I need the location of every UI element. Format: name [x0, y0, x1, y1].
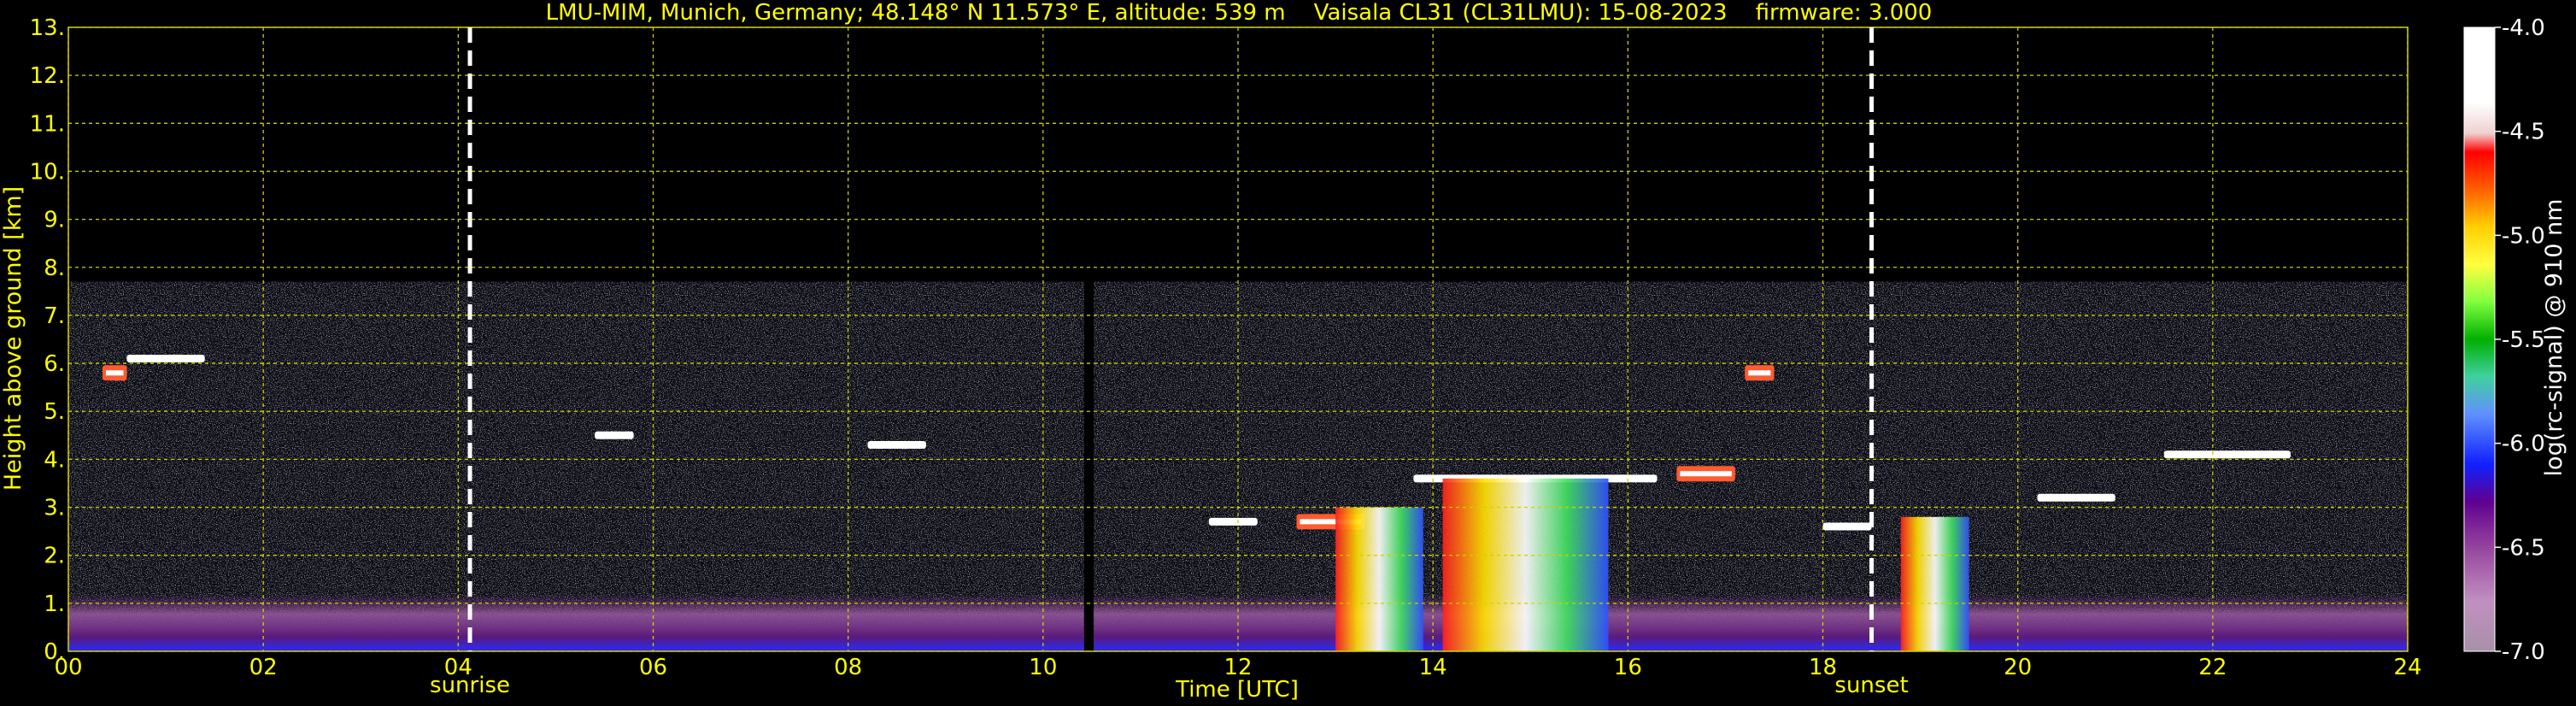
x-tick-label: 14 — [1419, 655, 1447, 680]
colorbar: -4.0 -4.5 -5.0 -5.5 -6.0 -6.5 -7.0 — [2463, 15, 2545, 665]
cloud-feature — [867, 441, 926, 450]
colorbar-tick-label: -4.0 — [2502, 15, 2545, 41]
precipitation-feature — [1900, 516, 1969, 651]
cloud-feature — [1822, 522, 1872, 531]
y-tick-label: 5. — [44, 399, 65, 425]
colorbar-label: log(rc-signal) @ 910 nm — [2541, 199, 2567, 477]
chart-title: LMU-MIM, Munich, Germany; 48.148° N 11.5… — [546, 0, 1933, 26]
colorbar-tick-label: -5.0 — [2502, 223, 2545, 249]
x-tick-label: 10 — [1029, 655, 1057, 680]
colorbar-tick-label: -6.5 — [2502, 535, 2545, 561]
y-tick-label: 10. — [30, 159, 65, 185]
x-tick-label: 18 — [1809, 655, 1837, 680]
y-tick-label: 6. — [44, 351, 65, 377]
boundary-layer — [1094, 593, 2408, 651]
plot-area — [68, 27, 2408, 651]
colorbar-tick-label: -6.0 — [2502, 432, 2545, 457]
y-tick-label: 9. — [44, 208, 65, 233]
x-tick-label: 08 — [834, 655, 862, 680]
colorbar-tick-label: -7.0 — [2502, 639, 2545, 665]
x-tick-label: 16 — [1614, 655, 1642, 680]
boundary-layer — [68, 593, 1084, 651]
x-tick-label: 06 — [639, 655, 667, 680]
colorbar-tick-label: -4.5 — [2502, 120, 2545, 145]
y-tick-label: 11. — [30, 111, 65, 137]
y-tick-label: 0. — [44, 639, 65, 665]
y-tick-label: 4. — [44, 447, 65, 473]
cloud-feature — [2037, 493, 2115, 502]
x-tick-label: 24 — [2393, 655, 2421, 680]
x-tick-label: 02 — [249, 655, 278, 680]
y-tick-label: 1. — [44, 591, 65, 617]
precipitation-feature — [1442, 478, 1609, 651]
cloud-feature — [1208, 517, 1258, 526]
x-tick-label: 20 — [2004, 655, 2032, 680]
ceilometer-chart: 00 02 04 06 08 10 12 14 16 18 20 22 240.1.2.3.4.5.6.… — [0, 0, 2567, 703]
cloud-core — [105, 370, 124, 376]
colorbar-tick-label: -5.5 — [2502, 327, 2545, 353]
cloud-feature — [595, 431, 634, 439]
x-tick-label: 22 — [2198, 655, 2227, 680]
y-tick-label: 2. — [44, 544, 65, 569]
cloud-core — [1748, 370, 1771, 376]
y-tick-label: 8. — [44, 256, 65, 281]
y-tick-label: 3. — [44, 496, 65, 521]
cloud-feature — [126, 354, 205, 362]
sunrise-label: sunrise — [430, 673, 510, 698]
precipitation-feature — [1335, 507, 1423, 651]
y-axis-label: Height above ground [km] — [0, 186, 26, 491]
cloud-core — [1680, 471, 1732, 477]
colorbar-gradient — [2463, 26, 2496, 652]
sunset-label: sunset — [1834, 673, 1908, 698]
cloud-feature — [2163, 450, 2291, 459]
y-tick-label: 12. — [30, 63, 65, 89]
y-tick-label: 13. — [30, 15, 65, 41]
x-axis-label: Time [UTC] — [1175, 677, 1299, 703]
y-tick-label: 7. — [44, 303, 65, 329]
